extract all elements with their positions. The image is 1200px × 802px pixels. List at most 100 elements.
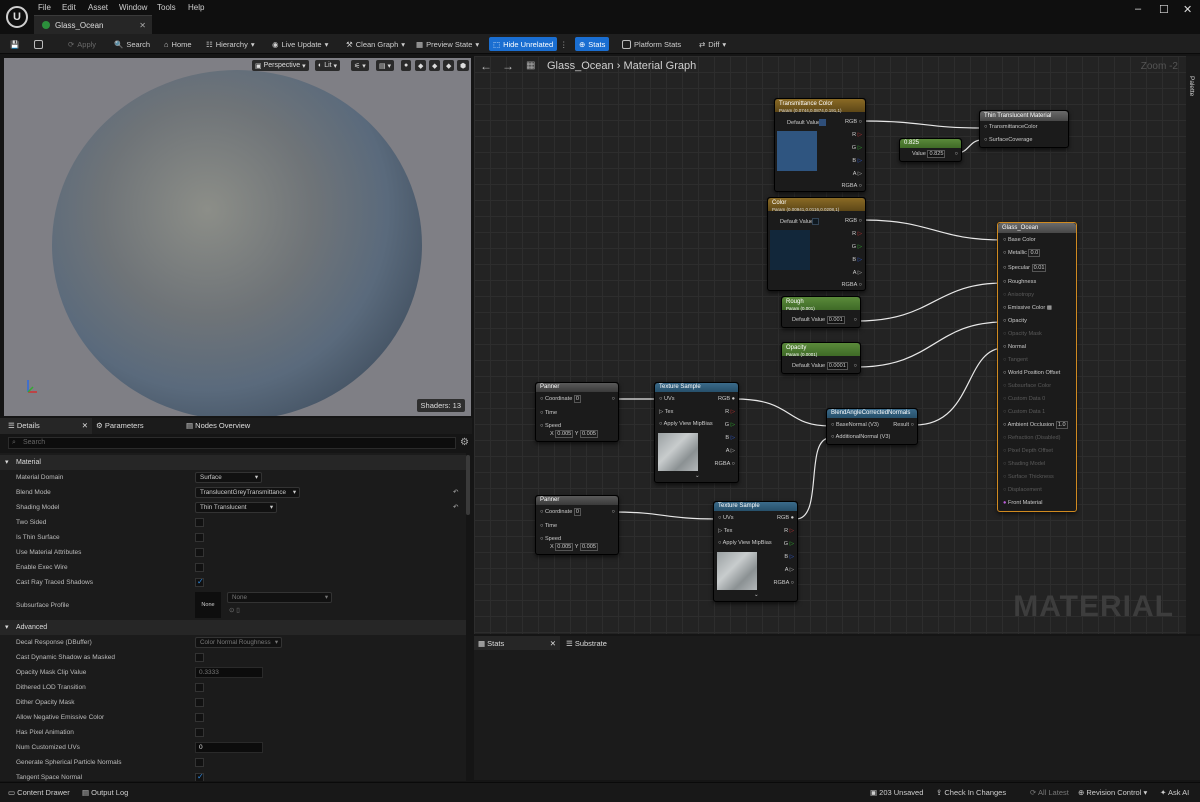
- input-opacity[interactable]: ○ Opacity: [1003, 318, 1027, 324]
- output-a[interactable]: A ▷: [726, 448, 735, 454]
- input-time[interactable]: ○ Time: [540, 410, 557, 416]
- input-time[interactable]: ○ Time: [540, 523, 557, 529]
- output-pin-icon[interactable]: ○: [612, 396, 615, 402]
- output-result[interactable]: Result ○: [893, 422, 914, 428]
- reset-default-icon[interactable]: ↶: [453, 503, 458, 511]
- coordinate-input[interactable]: 0: [573, 508, 581, 516]
- output-pin-icon[interactable]: ○: [854, 363, 857, 369]
- output-rgb[interactable]: RGB ○: [845, 119, 862, 125]
- input-speed[interactable]: ○ Speed: [540, 536, 561, 542]
- input-base-normal[interactable]: ○ BaseNormal (V3): [831, 422, 879, 428]
- input-transmittance[interactable]: ○ TransmittanceColor: [984, 124, 1037, 130]
- browse-button[interactable]: [34, 37, 43, 51]
- input-tex[interactable]: ▷ Tex: [718, 528, 732, 534]
- input-tex[interactable]: ▷ Tex: [659, 409, 673, 415]
- node-rough[interactable]: Rough Param (0.001) Default Value 0.001 ○: [781, 296, 861, 328]
- default-value-field[interactable]: Default Value 0.001: [792, 316, 845, 324]
- blend-mode-dropdown[interactable]: TranslucentGreyTransmittance ▾: [195, 487, 300, 498]
- details-scrollbar[interactable]: [466, 455, 470, 515]
- material-graph[interactable]: ← → ▦ Glass_Ocean › Material Graph Zoom …: [474, 56, 1200, 634]
- output-log-button[interactable]: ▤ Output Log: [82, 788, 128, 797]
- close-window-icon[interactable]: ✕: [1183, 3, 1192, 16]
- node-color[interactable]: Color Param (0.00941,0.0116,0.0208,1) Def…: [767, 197, 866, 291]
- input-base-color[interactable]: ○ Base Color: [1003, 237, 1036, 243]
- save-button[interactable]: 💾: [10, 37, 19, 51]
- menu-asset[interactable]: Asset: [88, 3, 108, 12]
- default-value-field[interactable]: Default Value 0.0001: [792, 362, 848, 370]
- hide-unrelated-button[interactable]: ⬚ Hide Unrelated: [489, 37, 558, 51]
- input-coordinate[interactable]: ○ Coordinate 0: [540, 395, 581, 403]
- output-rgb[interactable]: RGB ●: [718, 396, 735, 402]
- two-sided-checkbox[interactable]: [195, 518, 204, 527]
- exec-wire-checkbox[interactable]: [195, 563, 204, 572]
- show-flags-dropdown[interactable]: ⚟ ▾: [351, 60, 369, 71]
- default-value-input[interactable]: 0.001: [826, 316, 845, 324]
- opacity-clip-input[interactable]: 0.3333: [195, 667, 263, 678]
- back-arrow-icon[interactable]: ←: [480, 59, 492, 73]
- input-wpo[interactable]: ○ World Position Offset: [1003, 370, 1060, 376]
- input-mipbias[interactable]: ○ Apply View MipBias: [718, 540, 772, 546]
- preview-viewport[interactable]: ▣ Perspective ▾ ◐ Lit ▾ ⚟ ▾ ▤ ▾ ● ◆ ◆ ◆ …: [4, 58, 471, 416]
- input-specular[interactable]: ○ Specular 0.01: [1003, 264, 1047, 272]
- output-g[interactable]: G ▷: [784, 541, 794, 547]
- revision-control-button[interactable]: ⊕ Revision Control ▾: [1078, 788, 1147, 797]
- output-b[interactable]: B ▷: [784, 554, 794, 560]
- output-r[interactable]: R ▷: [852, 132, 862, 138]
- output-b[interactable]: B ▷: [852, 257, 862, 263]
- perspective-dropdown[interactable]: ▣ Perspective ▾: [252, 60, 309, 71]
- breadcrumb-asset[interactable]: Glass_Ocean: [547, 60, 614, 72]
- neg-emissive-checkbox[interactable]: [195, 713, 204, 722]
- default-value-swatch[interactable]: [812, 218, 819, 225]
- menu-window[interactable]: Window: [119, 3, 147, 12]
- default-value-input[interactable]: 0.0001: [826, 362, 848, 370]
- dyn-shadow-checkbox[interactable]: [195, 653, 204, 662]
- input-normal[interactable]: ○ Normal: [1003, 344, 1026, 350]
- node-texture-sample-1[interactable]: Texture Sample ○ UVs ▷ Tex ○ Apply View …: [654, 382, 739, 483]
- input-surface-coverage[interactable]: ○ SurfaceCoverage: [984, 137, 1032, 143]
- coordinate-input[interactable]: 0: [573, 395, 581, 403]
- speed-x-input[interactable]: 0.005: [555, 430, 574, 438]
- close-tab-icon[interactable]: ✕: [139, 21, 146, 30]
- subsurface-dropdown[interactable]: None ▾: [227, 592, 332, 603]
- dither-opacity-checkbox[interactable]: [195, 698, 204, 707]
- input-additional-normal[interactable]: ○ AdditionalNormal (V3): [831, 434, 890, 440]
- node-panner-1[interactable]: Panner ○ Coordinate 0 ○ Time ○ Speed X 0…: [535, 382, 619, 442]
- thin-surface-checkbox[interactable]: [195, 533, 204, 542]
- close-tab-icon[interactable]: ✕: [82, 421, 88, 430]
- shading-model-dropdown[interactable]: Thin Translucent ▾: [195, 502, 277, 513]
- home-button[interactable]: ⌂ Home: [164, 37, 192, 51]
- close-tab-icon[interactable]: ✕: [550, 639, 556, 648]
- output-r[interactable]: R ▷: [725, 409, 735, 415]
- output-rgba[interactable]: RGBA ○: [842, 282, 862, 288]
- tangent-normal-checkbox[interactable]: [195, 772, 204, 781]
- reset-default-icon[interactable]: ↶: [453, 488, 458, 496]
- default-value-swatch[interactable]: [819, 119, 826, 126]
- unsaved-button[interactable]: ▣ 203 Unsaved: [870, 788, 923, 797]
- pixel-anim-checkbox[interactable]: [195, 728, 204, 737]
- preview-plane-button[interactable]: ◆: [429, 60, 441, 71]
- node-transmittance-color[interactable]: Transmittance Color Param (0.0744,0.0874,…: [774, 98, 866, 192]
- unreal-logo-icon[interactable]: U: [6, 6, 28, 28]
- output-g[interactable]: G ▷: [852, 244, 862, 250]
- preview-cylinder-button[interactable]: ◆: [415, 60, 427, 71]
- browse-asset-icon[interactable]: ⊙ ▯: [229, 606, 240, 614]
- platform-stats-button[interactable]: Platform Stats: [622, 37, 681, 51]
- input-emissive[interactable]: ○ Emissive Color ▩: [1003, 305, 1052, 311]
- speed-y-input[interactable]: 0.005: [579, 543, 598, 551]
- ao-input[interactable]: 1.0: [1055, 421, 1068, 429]
- input-ambient-occlusion[interactable]: ○ Ambient Occlusion 1.0: [1003, 421, 1068, 429]
- menu-edit[interactable]: Edit: [62, 3, 76, 12]
- palette-sidebar[interactable]: Palette: [1186, 56, 1200, 634]
- output-g[interactable]: G ▷: [852, 145, 862, 151]
- value-field[interactable]: Value 0.825: [912, 150, 946, 158]
- num-uvs-input[interactable]: 0: [195, 742, 263, 753]
- ask-ai-button[interactable]: ✦ Ask AI: [1160, 788, 1189, 797]
- input-uvs[interactable]: ○ UVs: [718, 515, 734, 521]
- input-metallic[interactable]: ○ Metallic 0.0: [1003, 249, 1041, 257]
- viewport-options-dropdown[interactable]: ▤ ▾: [376, 60, 395, 71]
- hierarchy-button[interactable]: ☷ Hierarchy ▾: [206, 37, 255, 51]
- node-material-output[interactable]: Glass_Ocean ○ Base Color ○ Metallic 0.0 …: [997, 222, 1077, 512]
- output-rgba[interactable]: RGBA ○: [774, 580, 794, 586]
- category-material[interactable]: ▾ Material: [0, 455, 466, 470]
- chevron-down-icon[interactable]: ⌄: [695, 473, 700, 479]
